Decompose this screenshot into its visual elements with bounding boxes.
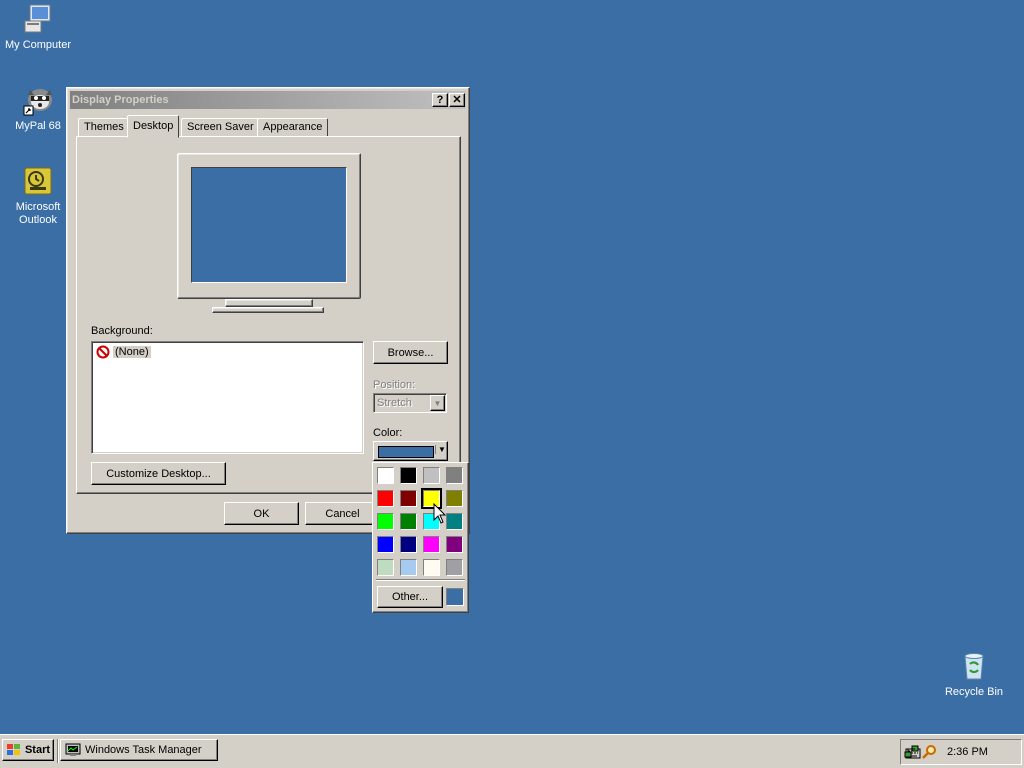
button-label: Customize Desktop... (106, 467, 211, 480)
start-button[interactable]: Start (2, 739, 54, 761)
color-swatch[interactable] (400, 467, 417, 484)
color-swatch[interactable] (423, 536, 440, 553)
color-preview-swatch (378, 446, 434, 458)
tab-appearance[interactable]: Appearance (257, 118, 329, 137)
tab-label: Themes (84, 121, 124, 133)
dialog-title: Display Properties (72, 94, 169, 106)
search-icon[interactable] (922, 744, 938, 760)
position-label: Position: (373, 379, 416, 391)
list-item[interactable]: (None) (96, 345, 151, 359)
browse-button[interactable]: Browse... (373, 341, 448, 364)
computer-icon (22, 3, 54, 35)
chevron-down-icon: ▼ (435, 445, 446, 454)
desktop-icon-mypal[interactable]: MyPal 68 (0, 84, 76, 133)
network-icon[interactable] (904, 744, 920, 760)
none-icon (96, 345, 110, 359)
tab-desktop[interactable]: Desktop (127, 115, 180, 138)
chevron-down-icon: ▼ (430, 395, 445, 411)
tab-label: Screen Saver (187, 121, 254, 133)
close-icon: ✕ (452, 94, 462, 106)
outlook-icon (22, 165, 54, 197)
taskbar-item-label: Windows Task Manager (85, 744, 202, 756)
background-label: Background: (91, 325, 153, 337)
desktop-icon-my-computer[interactable]: My Computer (0, 3, 76, 52)
other-color-button[interactable]: Other... (377, 586, 443, 608)
tab-label: Desktop (133, 120, 174, 132)
list-item-label: (None) (113, 346, 151, 358)
help-button[interactable]: ? (432, 93, 448, 107)
taskbar-item-task-manager[interactable]: Windows Task Manager (60, 739, 218, 761)
color-swatch[interactable] (377, 490, 394, 507)
color-swatch[interactable] (400, 490, 417, 507)
taskbar-divider (57, 739, 59, 763)
taskbar: Start Windows Task Manager 2:36 PM (0, 734, 1024, 768)
background-list[interactable]: (None) (91, 341, 364, 454)
color-dropdown-button[interactable]: ▼ (373, 441, 448, 461)
current-color-swatch (446, 588, 464, 606)
customize-desktop-button[interactable]: Customize Desktop... (91, 462, 226, 485)
system-tray: 2:36 PM (900, 739, 1022, 765)
color-swatch[interactable] (377, 467, 394, 484)
desktop-icon-label: My Computer (4, 39, 72, 51)
desktop-icon-label: Recycle Bin (944, 686, 1004, 698)
desktop-icon-label: MyPal 68 (15, 120, 61, 132)
tab-themes[interactable]: Themes (78, 118, 130, 137)
windows-logo-icon (6, 744, 20, 755)
desktop-preview-screen (191, 167, 347, 283)
color-swatch[interactable] (446, 467, 463, 484)
color-swatch[interactable] (423, 467, 440, 484)
position-select: Stretch ▼ (373, 393, 447, 413)
tab-screen-saver[interactable]: Screen Saver (181, 118, 260, 137)
button-label: Cancel (325, 507, 360, 520)
position-value: Stretch (377, 397, 412, 409)
task-manager-icon (65, 743, 81, 756)
desktop-tab-panel: Background: (None) Browse... Position: S… (76, 136, 461, 494)
raccoon-shortcut-icon (22, 84, 54, 116)
color-swatch[interactable] (377, 559, 394, 576)
color-picker-popup: Other... (372, 462, 469, 613)
color-swatch[interactable] (400, 559, 417, 576)
mouse-cursor-icon (433, 503, 447, 524)
color-swatch[interactable] (446, 490, 463, 507)
tab-label: Appearance (263, 121, 323, 133)
desktop-icon-recycle-bin[interactable]: Recycle Bin (936, 650, 1012, 699)
desktop-icon-outlook[interactable]: Microsoft Outlook (0, 165, 76, 227)
ok-button[interactable]: OK (224, 502, 299, 525)
color-swatch[interactable] (446, 536, 463, 553)
color-swatch[interactable] (377, 513, 394, 530)
dialog-titlebar[interactable]: Display Properties ? ✕ (70, 91, 466, 109)
color-swatch[interactable] (446, 513, 463, 530)
help-icon: ? (436, 94, 444, 106)
color-label: Color: (373, 427, 403, 439)
cancel-button[interactable]: Cancel (305, 502, 380, 525)
start-label: Start (24, 744, 51, 756)
monitor-preview (177, 153, 361, 323)
button-label: Browse... (387, 346, 434, 359)
clock[interactable]: 2:36 PM (947, 746, 988, 758)
button-label: Other... (391, 591, 429, 603)
button-label: OK (253, 507, 270, 520)
color-swatch[interactable] (377, 536, 394, 553)
color-swatch[interactable] (446, 559, 463, 576)
desktop-icon-label: Microsoft Outlook (15, 201, 61, 226)
color-swatch[interactable] (423, 559, 440, 576)
recycle-bin-icon (958, 650, 990, 682)
color-swatch[interactable] (400, 513, 417, 530)
color-swatch[interactable] (400, 536, 417, 553)
close-button[interactable]: ✕ (449, 93, 465, 107)
